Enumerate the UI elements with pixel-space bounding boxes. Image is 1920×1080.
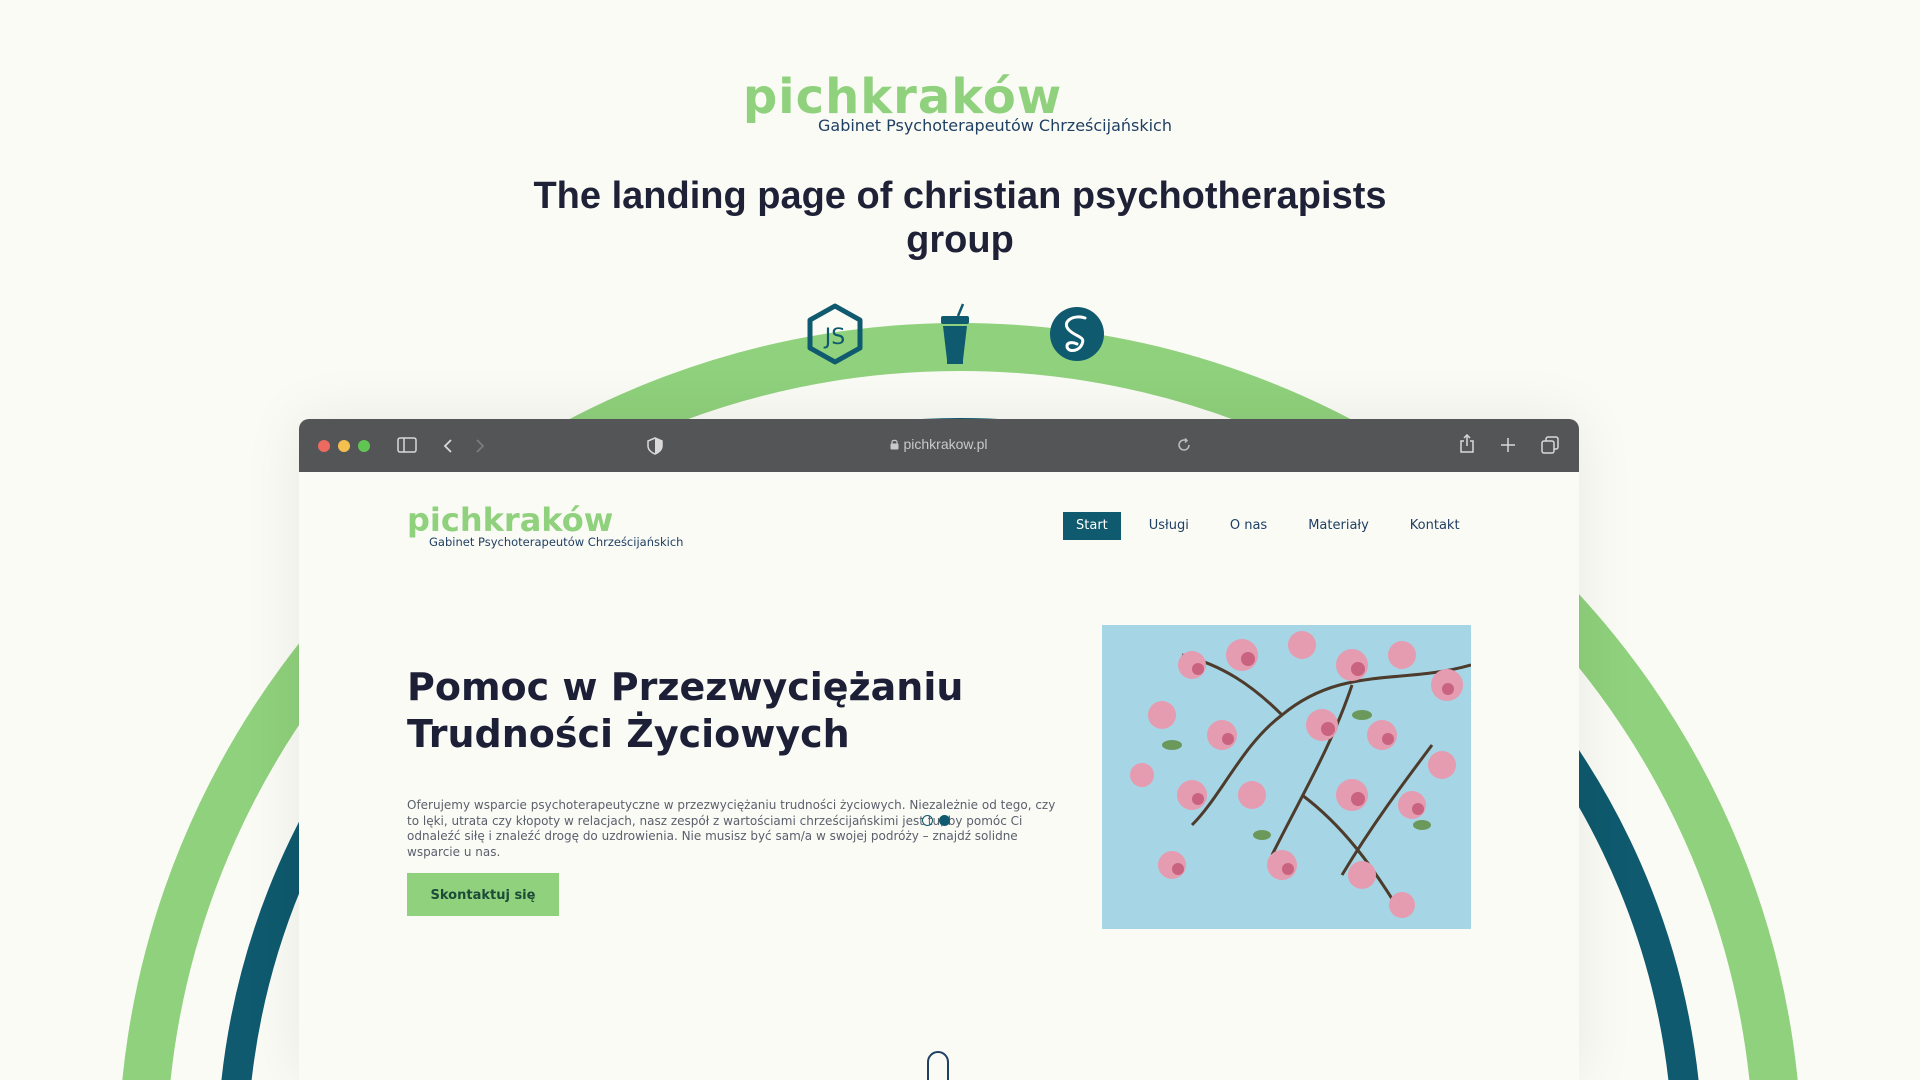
hero-title: Pomoc w Przezwyciężaniu Trudności Życiow… (407, 664, 963, 758)
hero-title-line-2: Trudności Życiowych (407, 712, 850, 756)
nav-start[interactable]: Start (1063, 512, 1121, 540)
page-headline: The landing page of christian psychother… (0, 174, 1920, 262)
nodejs-icon: JS (807, 303, 863, 365)
url-text: pichkrakow.pl (903, 436, 988, 452)
cherry-blossom-image (1102, 625, 1471, 929)
address-bar[interactable]: pichkrakow.pl (299, 436, 1579, 452)
site-nav: Start Usługi O nas Materiały Kontakt (1063, 512, 1488, 540)
tab-overview-icon[interactable] (1541, 436, 1559, 454)
hero-title-line-1: Pomoc w Przezwyciężaniu (407, 665, 964, 709)
lock-icon (890, 439, 899, 450)
browser-window: pichkrakow.pl pichkraków Gabinet Psychot… (299, 419, 1579, 1080)
new-tab-icon[interactable] (1501, 438, 1515, 452)
nav-uslugi[interactable]: Usługi (1136, 512, 1202, 540)
headline-line-2: group (906, 219, 1014, 261)
scroll-down-indicator[interactable] (927, 1051, 949, 1080)
site-brand-subtitle: Gabinet Psychoterapeutów Chrześcijańskic… (429, 535, 684, 549)
sass-icon (1050, 307, 1104, 361)
headline-line-1: The landing page of christian psychother… (533, 175, 1387, 217)
reload-icon[interactable] (1177, 438, 1191, 452)
tech-stack: JS (0, 302, 1920, 366)
svg-text:JS: JS (823, 325, 845, 350)
nav-kontakt[interactable]: Kontakt (1397, 512, 1473, 540)
slider-dot-1[interactable] (922, 815, 933, 826)
share-icon[interactable] (1459, 434, 1475, 454)
nav-o-nas[interactable]: O nas (1217, 512, 1280, 540)
nav-materialy[interactable]: Materiały (1295, 512, 1382, 540)
hero-description: Oferujemy wsparcie psychoterapeutyczne w… (407, 798, 1056, 859)
top-logo: pichkraków Gabinet Psychoterapeutów Chrz… (0, 72, 1920, 135)
site-logo[interactable]: pichkraków Gabinet Psychoterapeutów Chrz… (407, 503, 683, 549)
contact-button[interactable]: Skontaktuj się (407, 873, 559, 916)
site-brand-name: pichkraków (407, 501, 614, 539)
gulp-icon (941, 303, 969, 364)
slider-dot-2[interactable] (939, 815, 950, 826)
browser-toolbar: pichkrakow.pl (299, 419, 1579, 472)
brand-name: pichkraków (742, 69, 1063, 125)
brand-subtitle: Gabinet Psychoterapeutów Chrześcijańskic… (817, 116, 1172, 135)
